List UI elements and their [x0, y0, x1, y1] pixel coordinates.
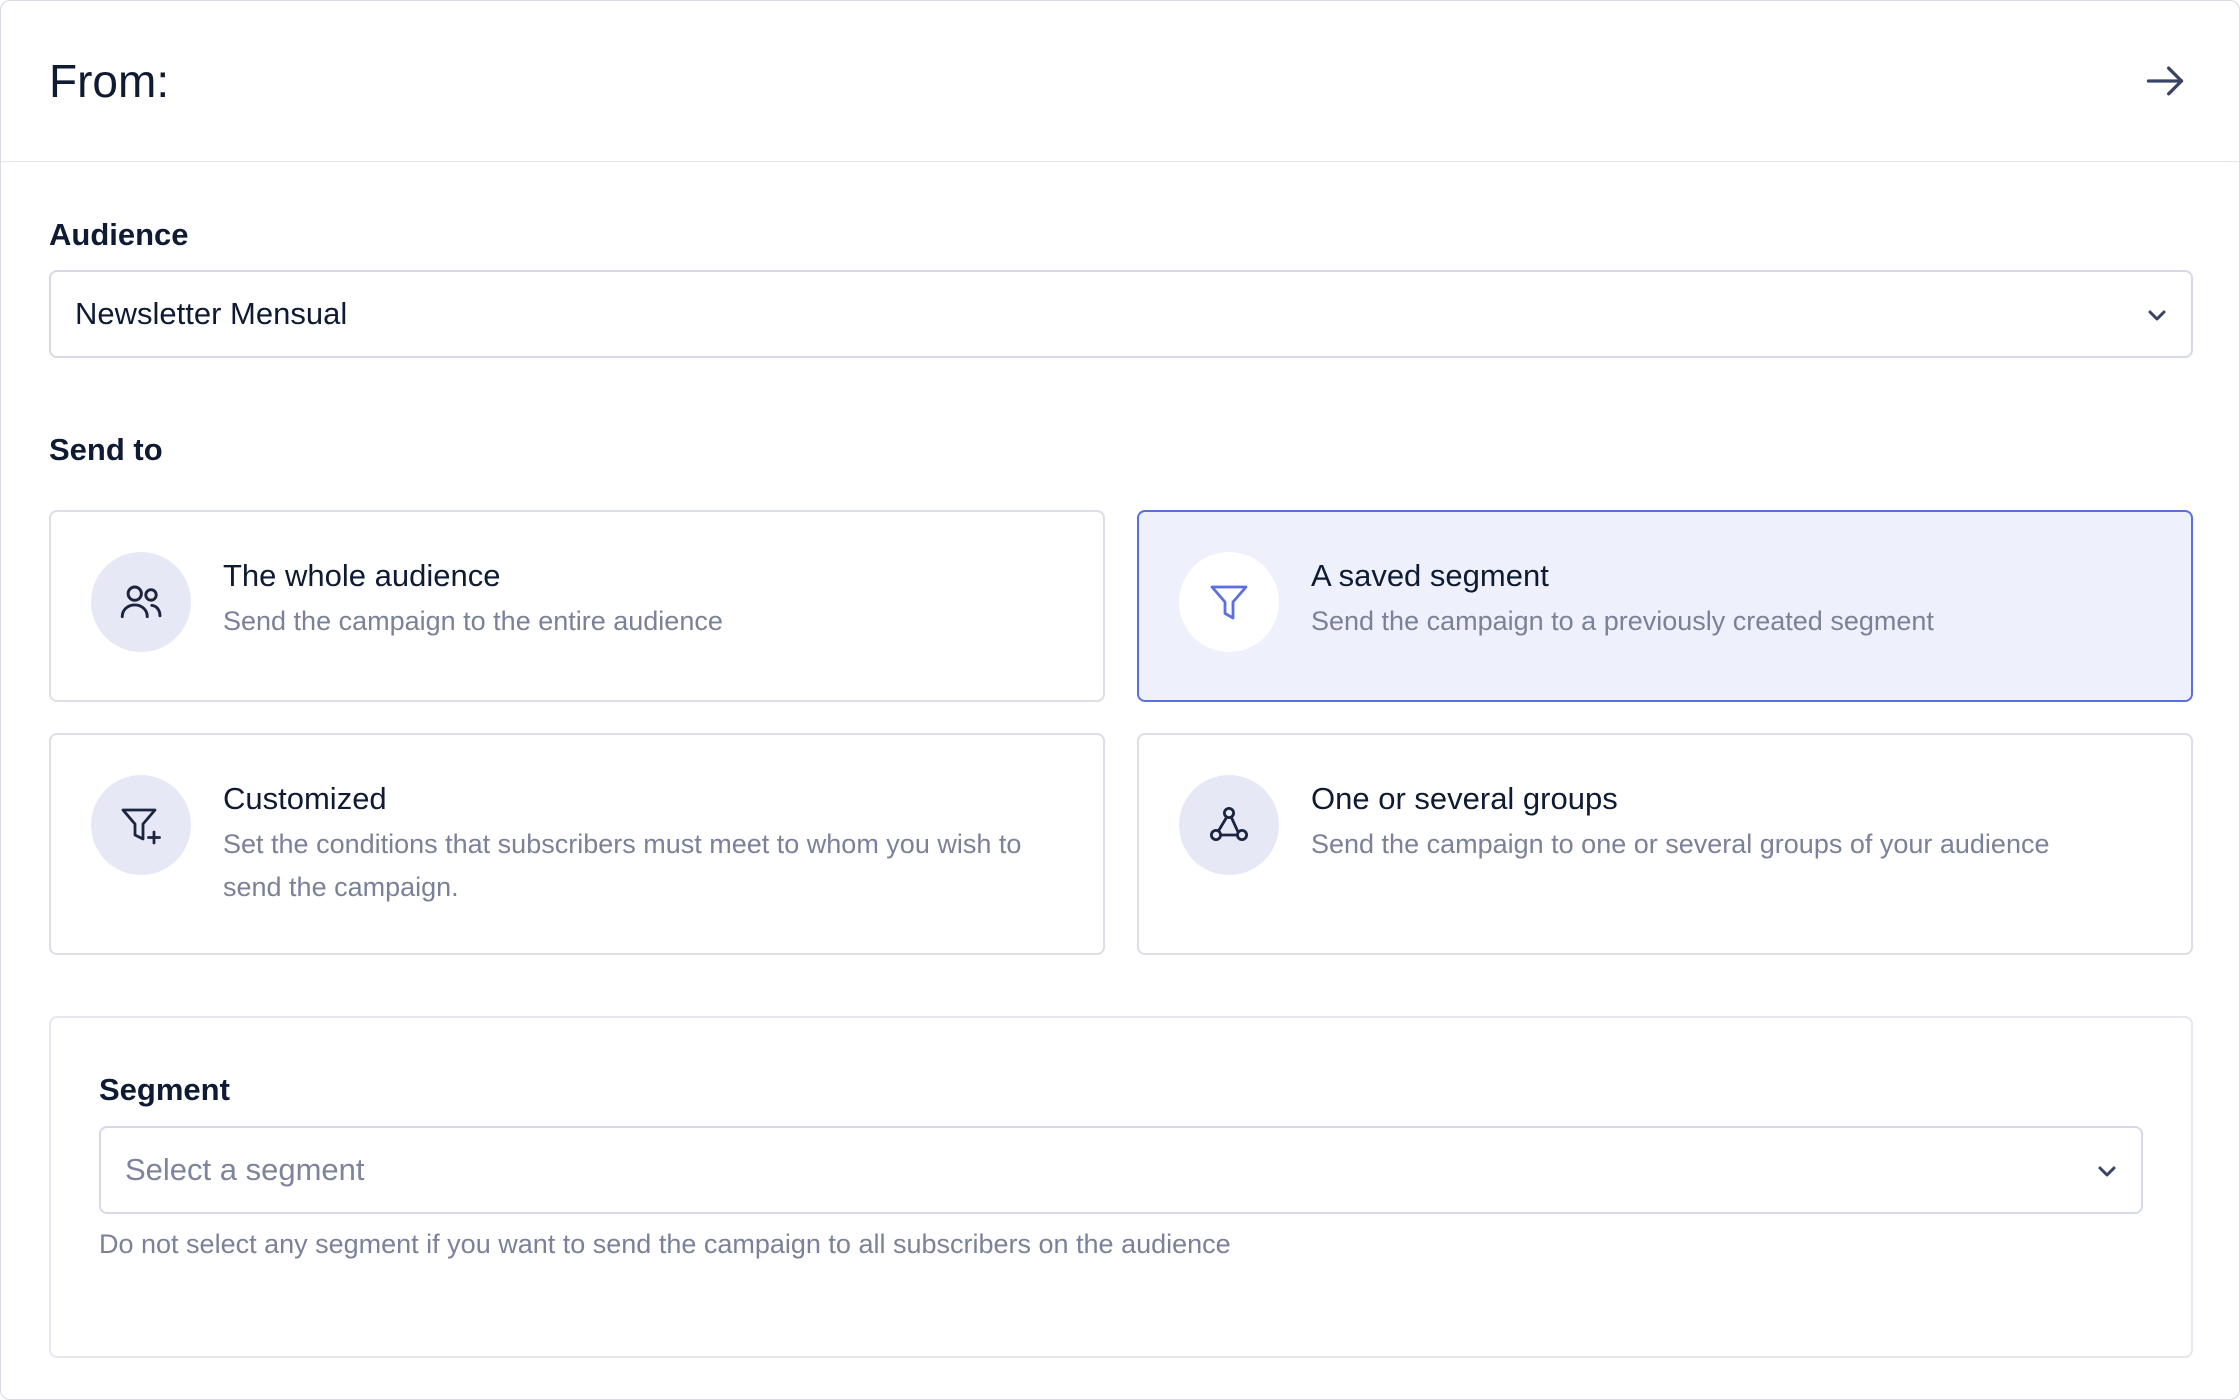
- chevron-down-icon: [2098, 1166, 2116, 1177]
- option-title: One or several groups: [1311, 781, 1618, 816]
- option-title: The whole audience: [223, 558, 501, 593]
- segment-select[interactable]: Select a segment: [99, 1126, 2143, 1214]
- option-groups[interactable]: One or several groups Send the campaign …: [1137, 733, 2193, 955]
- segment-section: Segment Select a segment Do not select a…: [49, 1016, 2193, 1358]
- option-title: A saved segment: [1311, 558, 1549, 593]
- audience-select-value: Newsletter Mensual: [75, 296, 348, 331]
- arrow-right-icon[interactable]: [2143, 59, 2187, 103]
- option-customized[interactable]: Customized Set the conditions that subsc…: [49, 733, 1105, 955]
- segment-label: Segment: [99, 1072, 230, 1107]
- funnel-icon: [1179, 552, 1279, 652]
- send-to-label: Send to: [49, 432, 163, 467]
- chevron-down-icon: [2148, 310, 2166, 321]
- panel-title: From:: [49, 55, 170, 107]
- campaign-recipients-panel: From: Audience Newsletter Mensual Send t…: [0, 0, 2240, 1400]
- option-description: Send the campaign to the entire audience: [223, 606, 723, 636]
- option-description: Send the campaign to a previously create…: [1311, 606, 1934, 636]
- users-icon: [91, 552, 191, 652]
- option-title: Customized: [223, 781, 387, 816]
- option-saved-segment[interactable]: A saved segment Send the campaign to a p…: [1137, 510, 2193, 702]
- option-whole-audience[interactable]: The whole audience Send the campaign to …: [49, 510, 1105, 702]
- panel-header: From:: [1, 1, 2239, 162]
- funnel-plus-icon: [91, 775, 191, 875]
- nodes-icon: [1179, 775, 1279, 875]
- option-description: Set the conditions that subscribers must…: [223, 829, 1022, 902]
- segment-select-placeholder: Select a segment: [125, 1152, 365, 1187]
- audience-select[interactable]: Newsletter Mensual: [49, 270, 2193, 358]
- segment-help-text: Do not select any segment if you want to…: [99, 1229, 1231, 1259]
- audience-label: Audience: [49, 217, 189, 252]
- option-description: Send the campaign to one or several grou…: [1311, 829, 2050, 859]
